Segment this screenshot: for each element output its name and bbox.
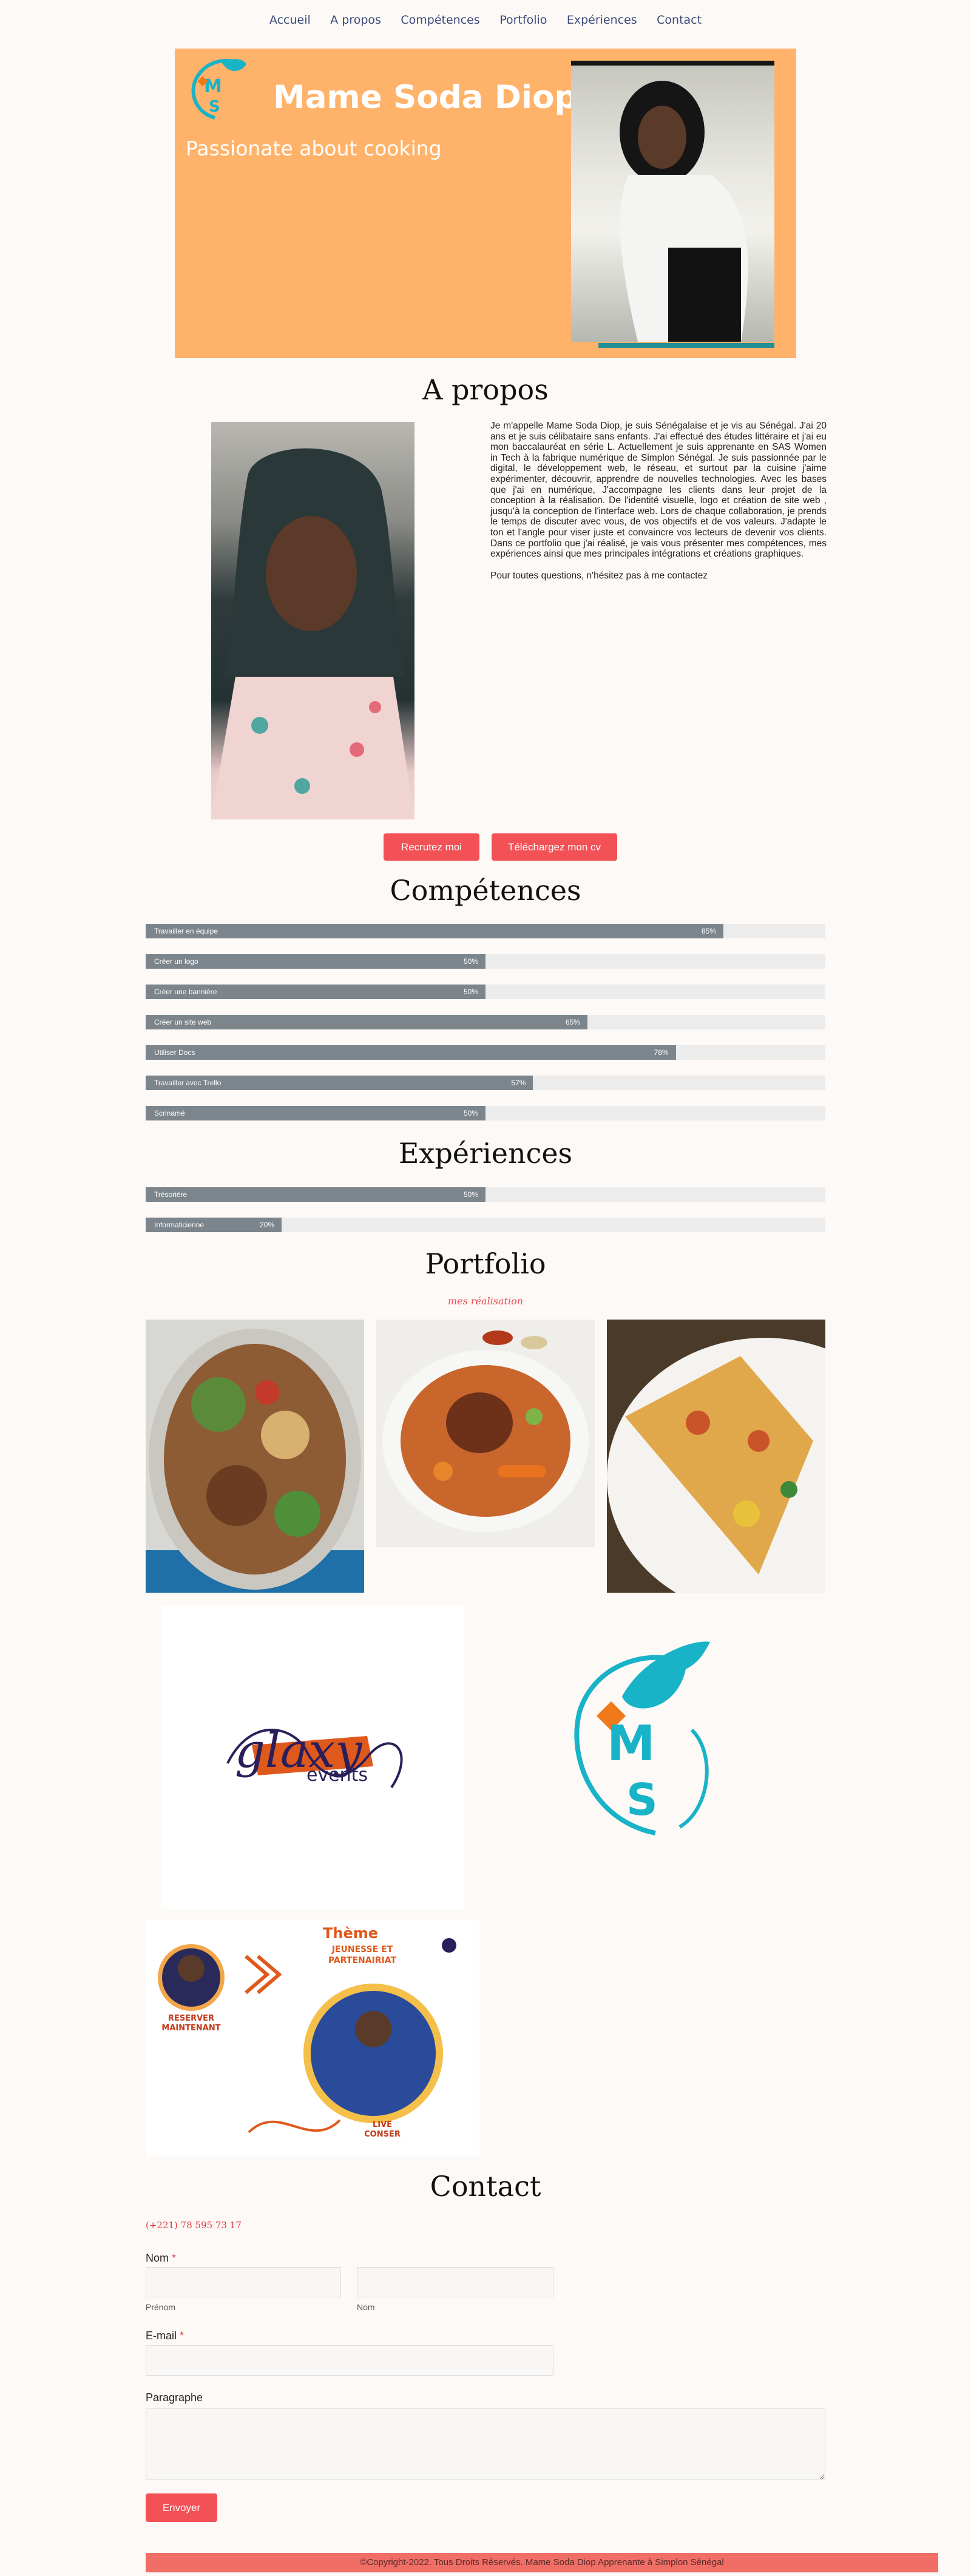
contact-title: Contact <box>430 2170 541 2203</box>
paragraph-label: Paragraphe <box>146 2391 203 2404</box>
experience-bar-percent: 50% <box>463 1190 478 1199</box>
email-field[interactable] <box>146 2345 553 2376</box>
ms-logo-icon: M S <box>574 1641 710 1835</box>
first-name-sublabel: Prénom <box>146 2302 176 2312</box>
flyer-theme-sub: JEUNESSE ET PARTENAIRIAT <box>328 1945 397 1965</box>
experiences-title: Expériences <box>398 1137 573 1170</box>
portfolio-event-flyer[interactable]: Thème JEUNESSE ET PARTENAIRIAT RESERVER … <box>146 1920 479 2157</box>
skill-bar: Scrinamé 50% <box>146 1106 825 1120</box>
download-cv-button[interactable]: Téléchargez mon cv <box>492 833 617 861</box>
portfolio-food-pizza[interactable] <box>607 1320 825 1593</box>
flyer-live: LIVE CONSER <box>364 2120 401 2139</box>
skill-bar-fill: Travailler avec Trello 57% <box>146 1076 533 1090</box>
portfolio-ms-logo[interactable]: M S <box>558 1639 740 1845</box>
skill-bar-label: Créer un logo <box>154 957 198 966</box>
skill-bar-label: Utiliser Docs <box>154 1048 195 1057</box>
contact-phone: (+221) 78 595 73 17 <box>146 2220 242 2231</box>
portfolio-galaxy-logo[interactable]: glaxy events <box>161 1605 464 1909</box>
nav-experiences[interactable]: Expériences <box>567 13 637 27</box>
first-name-input[interactable] <box>146 2267 341 2297</box>
skill-bar-fill: Utiliser Docs 78% <box>146 1045 676 1060</box>
send-button[interactable]: Envoyer <box>146 2493 217 2522</box>
portfolio-subtitle: mes réalisation <box>447 1295 524 1307</box>
about-text: Je m'appelle Mame Soda Diop, je suis Sén… <box>490 421 827 581</box>
flyer-theme: Thème <box>323 1925 379 1942</box>
galaxy-logo-sub: events <box>306 1764 368 1786</box>
portfolio-food-platter[interactable] <box>146 1320 364 1593</box>
skill-bar-percent: 50% <box>463 988 478 996</box>
hire-button[interactable]: Recrutez moi <box>384 833 479 861</box>
about-figure-icon <box>211 448 414 819</box>
svg-text:M: M <box>607 1715 655 1772</box>
experience-bar-label: Informaticienne <box>154 1221 205 1229</box>
skill-bar-label: Créer un site web <box>154 1018 212 1026</box>
last-name-input[interactable] <box>357 2267 553 2297</box>
about-paragraph: Je m'appelle Mame Soda Diop, je suis Sén… <box>490 421 827 560</box>
portrait-figure-icon <box>620 81 748 342</box>
skill-bar-label: Scrinamé <box>154 1109 185 1117</box>
main-nav: Accueil A propos Compétences Portfolio E… <box>0 13 971 27</box>
skill-bar-fill: Créer un logo 50% <box>146 954 486 969</box>
experience-bar-fill: Trésorière 50% <box>146 1187 486 1202</box>
skill-bar-label: Travailler avec Trello <box>154 1079 222 1087</box>
portfolio-title: Portfolio <box>425 1247 546 1280</box>
nav-contact[interactable]: Contact <box>657 13 702 27</box>
skill-bar: Créer un logo 50% <box>146 954 825 969</box>
footer-copyright: ©Copyright-2022. Tous Droits Réservés. M… <box>146 2553 938 2572</box>
skill-bar-fill: Scrinamé 50% <box>146 1106 486 1120</box>
skill-bar-percent: 78% <box>654 1048 669 1057</box>
svg-text:S: S <box>626 1774 658 1825</box>
skill-bar-percent: 57% <box>511 1079 526 1087</box>
skill-bar: Travailler en équipe 85% <box>146 924 825 938</box>
nav-a-propos[interactable]: A propos <box>330 13 381 27</box>
portfolio-food-rice[interactable] <box>376 1320 595 1547</box>
skill-bar-percent: 50% <box>463 1109 478 1117</box>
experience-bar: Trésorière 50% <box>146 1187 825 1202</box>
pizza-image <box>607 1338 825 1593</box>
hero-accent-bar <box>598 343 774 348</box>
experience-bar-label: Trésorière <box>154 1190 188 1199</box>
email-label: E-mail * <box>146 2330 184 2342</box>
platter-image <box>146 1329 364 1593</box>
flyer-image <box>158 1938 456 2134</box>
nav-competences[interactable]: Compétences <box>401 13 479 27</box>
rice-dish-image <box>382 1330 589 1532</box>
message-textarea[interactable] <box>146 2408 825 2480</box>
skill-bar: Créer un site web 65% <box>146 1015 825 1029</box>
skill-bar-percent: 50% <box>463 957 478 966</box>
about-contact-note: Pour toutes questions, n'hésitez pas à m… <box>490 570 708 581</box>
skill-bar: Créer une bannière 50% <box>146 985 825 999</box>
hero-tagline: Passionate about cooking <box>186 137 442 160</box>
last-name-sublabel: Nom <box>357 2302 375 2312</box>
skill-bar: Travailler avec Trello 57% <box>146 1076 825 1090</box>
skill-bar-percent: 65% <box>565 1018 580 1026</box>
skill-bar-fill: Créer un site web 65% <box>146 1015 587 1029</box>
skill-bar-label: Travailler en équipe <box>154 927 218 935</box>
experience-bar-fill: Informaticienne 20% <box>146 1218 282 1232</box>
nav-accueil[interactable]: Accueil <box>269 13 311 27</box>
about-title: A propos <box>422 373 549 406</box>
svg-text:S: S <box>209 98 220 116</box>
skill-bar-percent: 85% <box>701 927 716 935</box>
skill-bar-label: Créer une bannière <box>154 988 217 996</box>
about-portrait-photo <box>211 422 414 819</box>
experience-bar: Informaticienne 20% <box>146 1218 825 1232</box>
experience-bar-percent: 20% <box>259 1221 274 1229</box>
hero-portrait-photo <box>571 61 774 348</box>
nav-portfolio[interactable]: Portfolio <box>499 13 547 27</box>
skills-title: Compétences <box>390 874 581 907</box>
svg-text:M: M <box>204 76 222 97</box>
name-label: Nom * <box>146 2252 177 2264</box>
skill-bar: Utiliser Docs 78% <box>146 1045 825 1060</box>
hero-title: Mame Soda Diop <box>273 79 578 116</box>
logo-icon: M S <box>191 58 246 120</box>
skill-bar-fill: Travailler en équipe 85% <box>146 924 723 938</box>
hero-banner: M S Mame Soda Diop Passionate about cook… <box>175 49 796 358</box>
skill-bar-fill: Créer une bannière 50% <box>146 985 486 999</box>
flyer-reserve: RESERVER MAINTENANT <box>161 2014 221 2033</box>
